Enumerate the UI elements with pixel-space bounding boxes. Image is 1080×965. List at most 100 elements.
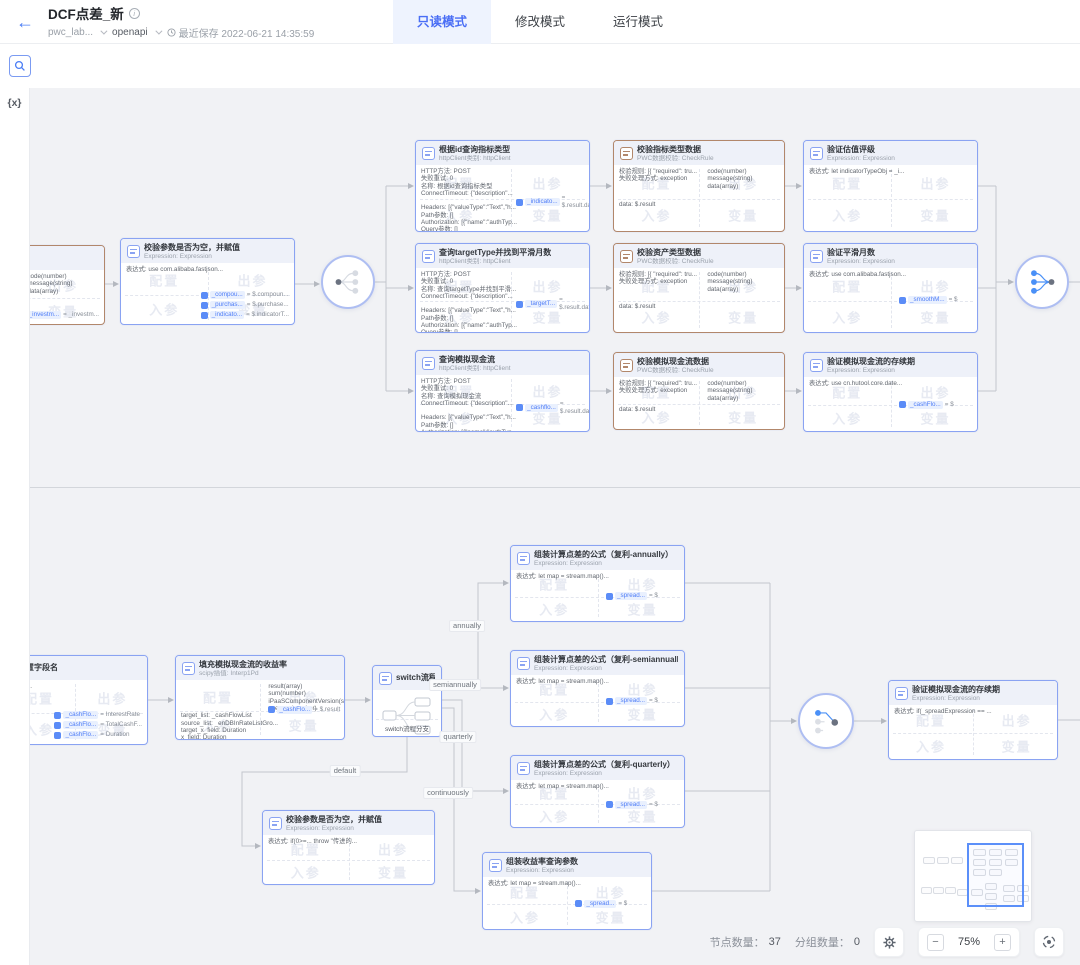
minimap[interactable] — [914, 830, 1032, 922]
variable-icon — [201, 292, 208, 299]
node-title: 组装计算点差的公式（复利-semiannually） — [534, 655, 678, 665]
flow-node-verify-cashflow-duration-upper[interactable]: 验证模拟现金流的存续期Expression: Expression 配置出参入参… — [803, 352, 978, 432]
watermark-input: 入参 — [916, 737, 946, 756]
node-tlines: 表达式: use com.alibaba.fastjson... — [809, 271, 906, 278]
variable-chip: _purchas...= $.purchase... — [201, 301, 289, 309]
edge-label-annually: annually — [449, 620, 485, 632]
flow-node-check-params-empty-upper[interactable]: 校验参数是否为空，并赋值Expression: Expression 配置出参入… — [120, 238, 295, 325]
output-mappings: _cashFlo...= InterestRate_cashFlo...= To… — [54, 711, 142, 739]
variable-icon — [606, 698, 613, 705]
flow-node-check-cashflow-data[interactable]: 校验模拟现金流数据PWC数据校验: CheckRule 配置出参入参变量校验规则… — [613, 352, 785, 430]
flow-node-check-params-empty-lower[interactable]: 校验参数是否为空，并赋值Expression: Expression 配置出参入… — [262, 810, 435, 885]
http-node-icon — [422, 147, 435, 160]
watermark-variable: 变量 — [920, 307, 950, 326]
expr-node-icon — [517, 552, 530, 565]
flow-canvas[interactable]: 节点数量：37 分组数量：0 — [30, 88, 1080, 965]
node-subtitle: PWC数据校验: CheckRule — [637, 155, 714, 162]
flow-node-map-set-field-names[interactable]: 置字段名 配置出参入参变量Rate =..._cashFlo...= Inter… — [30, 655, 148, 745]
workflow-editor-app: ← DCF点差_新 i pwc_lab... openapi 最近保存 2022… — [0, 0, 1080, 965]
status-bar: 节点数量：37 分组数量：0 — [710, 927, 1064, 957]
minimap-node — [951, 857, 963, 864]
expr-node-icon — [810, 250, 823, 263]
fit-view-button[interactable] — [1034, 927, 1064, 957]
watermark-variable: 变量 — [728, 206, 758, 225]
flow-node-fill-cashflow-yield[interactable]: 填充模拟现金流的收益率scipy插值: Interp1Pd 配置出参入参变量ta… — [175, 655, 345, 740]
gateway-split-upper[interactable] — [321, 255, 375, 309]
node-title: 查询模拟现金流 — [439, 355, 511, 365]
node-tlines: HTTP方法: POST失败重试: 0名称: 根据id查询指标类型Connect… — [421, 168, 517, 232]
node-rlines: code(number)message(string)data(array) — [702, 380, 752, 402]
back-button[interactable]: ← — [16, 13, 34, 31]
fill-node-icon — [182, 662, 195, 675]
node-subtitle: httpClient类别: httpClient — [439, 155, 511, 162]
flow-node-http-query-target-type[interactable]: 查询targetType并找到平滑月数httpClient类别: httpCli… — [415, 243, 590, 333]
last-saved: 最近保存 2022-06-21 14:35:59 — [167, 25, 315, 40]
edge-label-default: default — [330, 765, 361, 777]
mode-tabs: 只读模式修改模式运行模式 — [393, 0, 687, 44]
variable-icon — [899, 297, 906, 304]
gateway-join-lower[interactable] — [798, 693, 854, 749]
zoom-out-button[interactable]: − — [927, 934, 944, 951]
check-node-icon — [620, 359, 633, 372]
watermark-variable: 变量 — [920, 409, 950, 428]
node-title: 组装计算点差的公式（复利-annually） — [534, 550, 673, 560]
tab-只读模式[interactable]: 只读模式 — [393, 0, 491, 44]
header: ← DCF点差_新 i pwc_lab... openapi 最近保存 2022… — [0, 0, 1080, 44]
settings-button[interactable] — [874, 927, 904, 957]
flow-node-verify-valuation-rating[interactable]: 验证估值评级Expression: Expression 配置出参入参变量表达式… — [803, 140, 978, 232]
zoom-in-button[interactable]: + — [994, 934, 1011, 951]
node-tlines: 表达式: let map = stream.map()... — [516, 783, 609, 790]
expr-node-icon — [489, 859, 502, 872]
check-node-icon — [620, 147, 633, 160]
minimap-node — [921, 887, 932, 894]
flow-node-assemble-spread-quarterly[interactable]: 组装计算点差的公式（复利-quarterly）Expression: Expre… — [510, 755, 685, 828]
node-title: 填充模拟现金流的收益率 — [199, 660, 287, 670]
variable-chip: _spread...= $ — [606, 801, 658, 809]
tab-修改模式[interactable]: 修改模式 — [491, 0, 589, 44]
expr-node-icon — [269, 817, 282, 830]
flow-node-assemble-spread-semiannually[interactable]: 组装计算点差的公式（复利-semiannually）Expression: Ex… — [510, 650, 685, 727]
fit-view-icon — [1041, 934, 1057, 950]
gateway-join-upper[interactable] — [1015, 255, 1069, 309]
variable-icon — [54, 722, 61, 729]
expr-node-icon — [517, 657, 530, 670]
node-title: 组装收益率查询参数 — [506, 857, 578, 867]
node-title: 查询targetType并找到平滑月数 — [439, 248, 551, 258]
watermark-variable: 变量 — [289, 715, 319, 734]
workspace-select[interactable]: pwc_lab... — [48, 27, 93, 38]
variable-chip: _cashFlo...= Duration — [54, 731, 129, 739]
flow-node-switch-branch[interactable]: switch流程分支 switch流程分支 — [372, 665, 442, 737]
search-button[interactable] — [9, 55, 31, 77]
output-mappings: _cashFlo...= $.result — [263, 706, 340, 714]
watermark-variable: 变量 — [1002, 737, 1032, 756]
node-count: 节点数量：37 — [710, 934, 781, 950]
watermark-input: 入参 — [30, 719, 54, 738]
flow-node-check-investment-data[interactable]: 配置出参入参变量code(number)message(string)data(… — [30, 245, 105, 325]
node-tlines: 校验规则: [{ "required": tru...失败处理方式: excep… — [619, 271, 697, 286]
minimap-node — [923, 857, 935, 864]
variable-chip: _cashFlo...= $ — [899, 401, 954, 409]
flow-node-assemble-yield-query-params[interactable]: 组装收益率查询参数Expression: Expression 配置出参入参变量… — [482, 852, 652, 930]
flow-node-check-indicator-type-data[interactable]: 校验指标类型数据PWC数据校验: CheckRule 配置出参入参变量校验规则:… — [613, 140, 785, 232]
node-subtitle: Expression: Expression — [827, 367, 915, 374]
output-mappings: _indicato...= $.result.data — [511, 194, 590, 210]
minimap-viewport[interactable] — [967, 843, 1024, 907]
service-select[interactable]: openapi — [112, 27, 148, 38]
node-tlines: 表达式: use cn.hutool.core.date... — [809, 380, 902, 387]
node-tlines: HTTP方法: POST失败重试: 0名称: 查询targetType并找到平滑… — [421, 271, 517, 333]
node-tlines: 校验规则: [{ "required": tru...失败处理方式: excep… — [619, 380, 697, 395]
variables-panel-icon[interactable]: {x} — [7, 97, 21, 109]
node-subtitle: Expression: Expression — [827, 258, 895, 265]
flow-node-verify-smooth-months[interactable]: 验证平滑月数Expression: Expression 配置出参入参变量表达式… — [803, 243, 978, 333]
tab-运行模式[interactable]: 运行模式 — [589, 0, 687, 44]
watermark-output: 出参 — [920, 383, 950, 402]
flow-node-check-asset-type-data[interactable]: 校验资产类型数据PWC数据校验: CheckRule 配置出参入参变量校验规则:… — [613, 243, 785, 333]
variable-chip: _indicato...= $.indicatorT... — [201, 311, 289, 319]
variable-chip: _investm...= _investm... — [30, 311, 99, 319]
variable-chip: _spread...= $ — [575, 900, 627, 908]
flow-node-verify-cashflow-duration-lower[interactable]: 验证模拟现金流的存续期Expression: Expression 配置出参入参… — [888, 680, 1058, 760]
flow-node-http-query-indicator-type[interactable]: 根据id查询指标类型httpClient类别: httpClient 配置出参入… — [415, 140, 590, 232]
flow-node-assemble-spread-annually[interactable]: 组装计算点差的公式（复利-annually）Expression: Expres… — [510, 545, 685, 622]
flow-node-http-query-cashflow[interactable]: 查询模拟现金流httpClient类别: httpClient 配置出参入参变量… — [415, 350, 590, 432]
clock-icon — [167, 28, 176, 37]
